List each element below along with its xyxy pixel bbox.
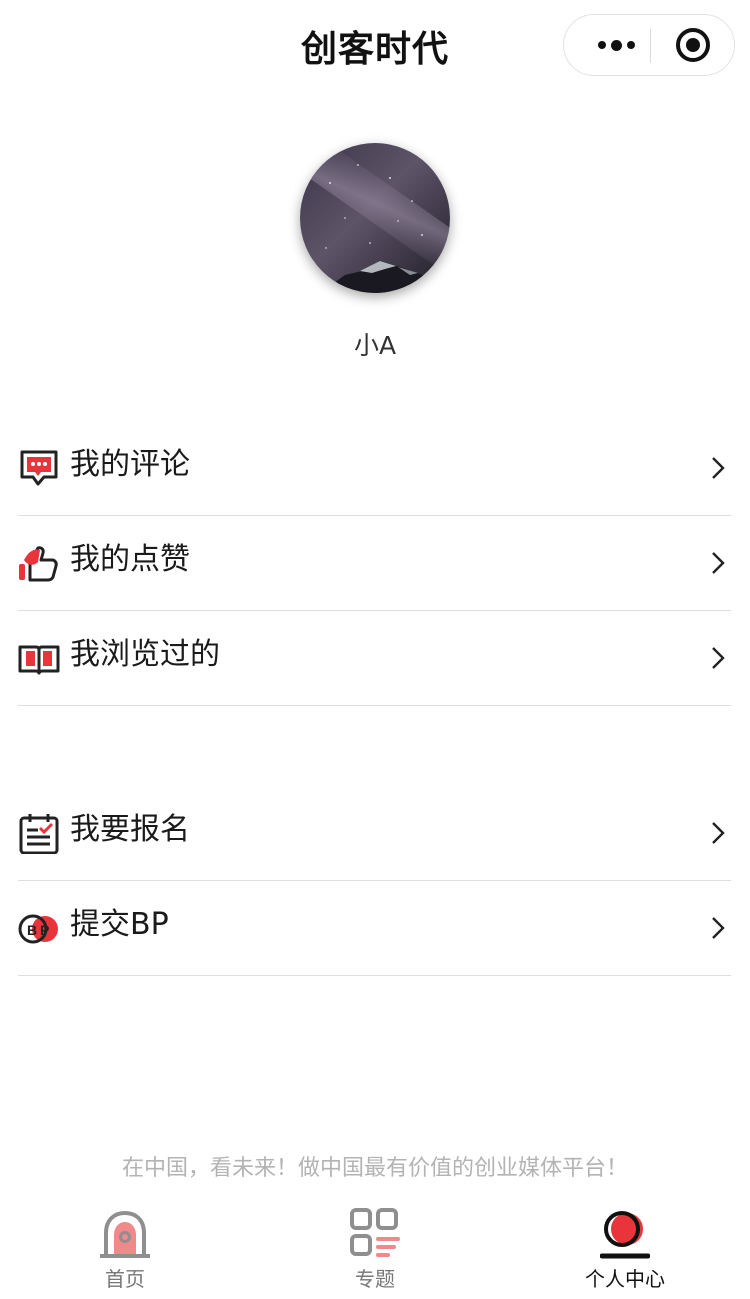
home-alarm-icon xyxy=(100,1210,150,1258)
avatar[interactable] xyxy=(300,143,450,293)
menu-item-submit-bp[interactable]: B P 提交BP xyxy=(18,881,731,976)
chevron-right-icon xyxy=(712,647,725,669)
starry-night-avatar xyxy=(300,143,450,293)
more-dots-icon[interactable] xyxy=(582,15,650,75)
target-circle-icon[interactable] xyxy=(675,27,711,63)
tab-label: 个人中心 xyxy=(585,1267,665,1291)
topics-grid-icon xyxy=(350,1208,400,1257)
menu-label: 我浏览过的 xyxy=(70,637,220,672)
chevron-right-icon xyxy=(712,917,725,939)
username: 小A xyxy=(353,331,397,360)
chevron-right-icon xyxy=(712,552,725,574)
tab-topics[interactable]: 专题 xyxy=(250,1205,500,1295)
profile-icon xyxy=(600,1211,650,1259)
menu-item-sign-up[interactable]: 我要报名 xyxy=(18,786,731,881)
menu-label: 提交BP xyxy=(70,907,169,942)
tab-label: 专题 xyxy=(355,1267,395,1291)
tab-profile[interactable]: 个人中心 xyxy=(500,1205,750,1295)
menu-item-my-comments[interactable]: 我的评论 xyxy=(18,421,731,516)
svg-text:B: B xyxy=(27,922,37,938)
chevron-right-icon xyxy=(712,822,725,844)
svg-text:P: P xyxy=(40,922,49,938)
menu-item-browse-history[interactable]: 我浏览过的 xyxy=(18,611,731,706)
chevron-right-icon xyxy=(712,457,725,479)
tab-label: 首页 xyxy=(105,1267,145,1291)
capsule-menu xyxy=(563,14,735,76)
menu-label: 我的评论 xyxy=(70,447,190,482)
thumbs-up-icon xyxy=(19,546,58,582)
navigation-bar: 创客时代 xyxy=(0,0,750,92)
menu-item-my-likes[interactable]: 我的点赞 xyxy=(18,516,731,611)
capsule-divider xyxy=(650,29,651,63)
page: 创客时代 小A 我的评论 我的点赞 我浏览过的 我要报名 B P 提交BP 在中… xyxy=(0,0,750,1299)
footer-slogan: 在中国，看未来！做中国最有价值的创业媒体平台！ xyxy=(121,1156,628,1181)
menu-label: 我要报名 xyxy=(70,812,190,847)
menu-label: 我的点赞 xyxy=(70,542,190,577)
comment-bubble-icon xyxy=(20,450,58,486)
clipboard-check-icon xyxy=(19,814,59,854)
tab-home[interactable]: 首页 xyxy=(0,1205,250,1295)
bp-circle-icon: B P xyxy=(18,914,58,944)
open-book-icon xyxy=(18,645,60,675)
